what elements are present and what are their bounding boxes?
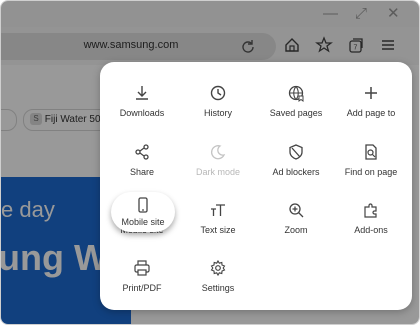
menu-item-settings[interactable]: Settings [179, 245, 257, 303]
menu-item-text-size[interactable]: Text size [179, 187, 257, 245]
menu-item-label: Dark mode [195, 167, 240, 177]
menu-item-label: Print/PDF [122, 283, 162, 293]
history-icon [210, 85, 226, 101]
menu-item-saved-pages[interactable]: Saved pages [257, 70, 335, 128]
download-icon [136, 86, 148, 100]
menu-item-label: Share [129, 167, 155, 177]
menu-item-find-on-page[interactable]: Find on page [332, 129, 410, 187]
menu-item-dark-mode[interactable]: Dark mode [179, 129, 257, 187]
puzzle-icon [364, 203, 377, 218]
moon-icon [211, 145, 226, 160]
menu-item-label: Add page to [346, 108, 396, 118]
menu-item-downloads[interactable]: Downloads [103, 70, 181, 128]
share-icon [135, 144, 149, 160]
find-icon [365, 144, 377, 160]
menu-item-label: Ad blockers [272, 167, 320, 177]
phone-icon [138, 197, 148, 213]
menu-item-history[interactable]: History [179, 70, 257, 128]
zoom-icon [289, 203, 304, 218]
menu-item-label: Add-ons [354, 225, 388, 235]
menu-item-label: Find on page [344, 167, 398, 177]
menu-item-add-ons[interactable]: Add-ons [332, 187, 410, 245]
printer-icon [134, 260, 150, 276]
saved-pages-icon [288, 85, 304, 102]
more-menu: Downloads History Saved pages Add page t… [100, 62, 412, 310]
menu-item-label: Settings [201, 283, 235, 293]
menu-item-add-page-to[interactable]: Add page to [332, 70, 410, 128]
menu-item-label: Zoom [284, 225, 308, 235]
highlighted-label: Mobile site [121, 217, 165, 227]
gear-icon [210, 259, 226, 277]
focus-highlight: Mobile site [111, 192, 175, 232]
menu-item-label: Downloads [119, 108, 165, 118]
menu-item-ad-blockers[interactable]: Ad blockers [257, 129, 335, 187]
menu-item-label: Text size [200, 225, 236, 235]
text-size-icon [211, 204, 225, 216]
menu-item-zoom[interactable]: Zoom [257, 187, 335, 245]
menu-item-label: History [203, 108, 232, 118]
menu-item-print-pdf[interactable]: Print/PDF [103, 245, 181, 303]
shield-icon [289, 144, 303, 160]
menu-item-share[interactable]: Share [103, 129, 181, 187]
plus-icon [365, 87, 377, 99]
menu-item-label: Saved pages [269, 108, 323, 118]
